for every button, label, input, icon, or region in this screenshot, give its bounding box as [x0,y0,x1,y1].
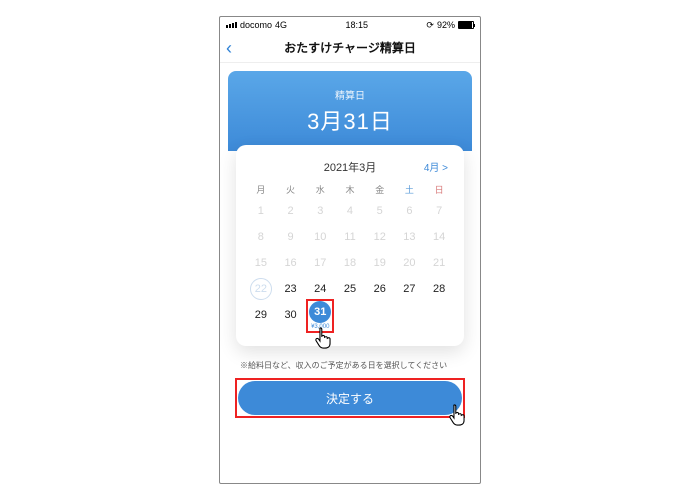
page-title: おたすけチャージ精算日 [284,39,416,56]
settlement-hero: 精算日 3月31日 [228,71,472,151]
calendar-day: 8 [246,224,276,250]
carrier-label: docomo [240,20,272,30]
pointer-cursor-icon [314,326,336,350]
calendar-day: 2 [276,198,306,224]
nav-bar: ‹ おたすけチャージ精算日 [220,33,480,63]
next-month-button[interactable]: 4月 > [424,159,448,174]
calendar-day: 17 [305,250,335,276]
calendar-month: 2021年3月 [324,162,377,174]
calendar-day[interactable]: 30 [276,302,306,328]
calendar-day[interactable]: 22 [246,276,276,302]
signal-icon [226,22,237,28]
rotation-lock-icon: ⟳ [426,20,434,31]
calendar-dow: 月火水木金土日 [246,183,454,196]
dow-label: 土 [395,183,425,196]
calendar-day: 4 [335,198,365,224]
calendar-day[interactable]: 23 [276,276,306,302]
dow-label: 水 [305,183,335,196]
calendar-selected[interactable]: 31 [309,301,331,323]
calendar-day: 12 [365,224,395,250]
calendar-day: 1 [246,198,276,224]
calendar-today[interactable]: 22 [250,278,272,300]
battery-pct: 92% [437,20,455,30]
settlement-date: 3月31日 [307,104,393,136]
calendar-day: 7 [424,198,454,224]
calendar-day: 3 [305,198,335,224]
settlement-label: 精算日 [335,87,365,102]
status-bar: docomo 4G 18:15 ⟳ 92% [220,17,480,33]
calendar-day: 16 [276,250,306,276]
calendar-day[interactable]: 28 [424,276,454,302]
calendar-day: 11 [335,224,365,250]
calendar-day: 21 [424,250,454,276]
calendar-day: 9 [276,224,306,250]
clock-label: 18:15 [345,20,368,30]
calendar-grid: 1234567891011121314151617181920212223242… [246,198,454,328]
calendar-day[interactable]: 26 [365,276,395,302]
battery-icon [458,21,474,29]
calendar-day: 6 [395,198,425,224]
dow-label: 月 [246,183,276,196]
calendar-day: 5 [365,198,395,224]
network-label: 4G [275,20,287,30]
calendar-day: 19 [365,250,395,276]
dow-label: 火 [276,183,306,196]
confirm-wrap: 決定する [238,381,462,415]
calendar-day: 14 [424,224,454,250]
dow-label: 金 [365,183,395,196]
dow-label: 木 [335,183,365,196]
calendar-day: 10 [305,224,335,250]
calendar-day[interactable]: 31¥3,000 [305,302,335,328]
calendar-selected-amount: ¥3,000 [311,324,329,330]
calendar-day: 18 [335,250,365,276]
calendar-day: 20 [395,250,425,276]
helper-note: ※給料日など、収入のご予定がある日を選択してください [240,360,460,371]
back-button[interactable]: ‹ [226,39,232,57]
calendar-day[interactable]: 24 [305,276,335,302]
dow-label: 日 [424,183,454,196]
calendar-card: 2021年3月 4月 > 月火水木金土日 1234567891011121314… [236,145,464,346]
calendar-day[interactable]: 29 [246,302,276,328]
calendar-day: 13 [395,224,425,250]
calendar-day: 15 [246,250,276,276]
phone-frame: docomo 4G 18:15 ⟳ 92% ‹ おたすけチャージ精算日 精算日 … [219,16,481,484]
calendar-day[interactable]: 25 [335,276,365,302]
calendar-day[interactable]: 27 [395,276,425,302]
confirm-button[interactable]: 決定する [238,381,462,415]
